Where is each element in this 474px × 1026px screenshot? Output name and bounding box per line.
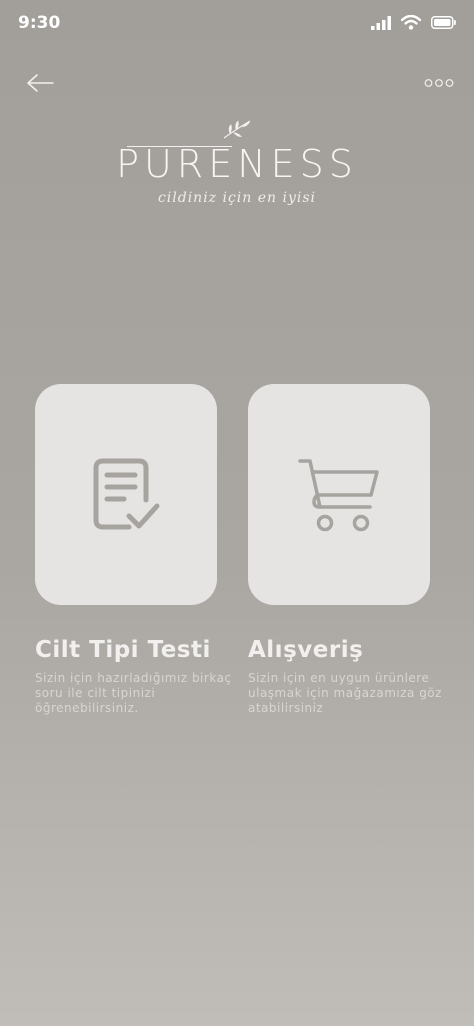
battery-icon (431, 16, 456, 29)
skin-test-title: Cilt Tipi Testi (35, 637, 211, 663)
status-icons (371, 15, 456, 30)
document-check-icon (93, 458, 160, 529)
skin-test-card[interactable] (35, 384, 217, 605)
more-options-icon[interactable] (424, 76, 454, 90)
leaf-sprig-icon (223, 120, 251, 139)
brand-logo: PURENESS cildiniz için en iyisi (0, 118, 474, 206)
wifi-icon (401, 15, 421, 30)
shopping-description: Sizin için en uygun ürünlere ulaşmak içi… (248, 671, 442, 715)
brand-tagline: cildiniz için en iyisi (157, 190, 317, 206)
logo-divider (127, 146, 232, 147)
signal-icon (371, 15, 391, 30)
shopping-title: Alışveriş (248, 637, 364, 663)
status-bar: 9:30 (0, 0, 474, 48)
brand-name: PURENESS (116, 142, 358, 186)
back-arrow-icon[interactable] (24, 70, 56, 96)
shopping-cart-icon (298, 458, 379, 531)
skin-test-description: Sizin için hazırladığımız birkaç soru il… (35, 671, 232, 715)
shopping-card[interactable] (248, 384, 430, 605)
status-time: 9:30 (18, 13, 61, 33)
